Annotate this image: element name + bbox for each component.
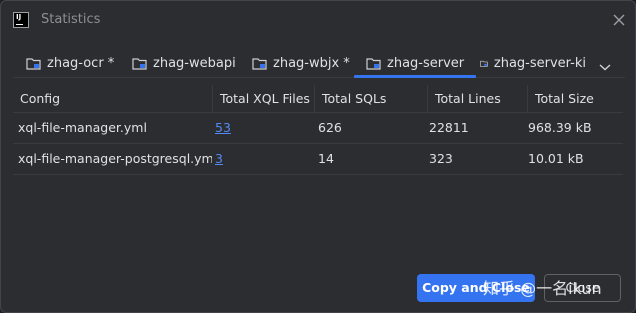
lines-cell: 323 xyxy=(429,151,453,166)
folder-module-icon xyxy=(26,57,41,70)
folder-module-icon xyxy=(132,57,147,70)
column-header-total-sqls[interactable]: Total SQLs xyxy=(314,85,427,112)
statistics-dialog: IJ Statistics zhag-ocr * zhag-webapi zha… xyxy=(0,0,636,313)
tab-label: zhag-webapi xyxy=(153,55,236,71)
xql-files-link[interactable]: 53 xyxy=(215,120,231,135)
column-header-total-xql-files[interactable]: Total XQL Files xyxy=(212,85,314,112)
tab-label: zhag-wbjx * xyxy=(273,55,350,71)
tab-zhag-server-ki[interactable]: zhag-server-ki xyxy=(480,49,586,77)
xql-files-cell: 3 xyxy=(212,144,314,174)
sqls-cell: 14 xyxy=(318,151,334,166)
title-bar: IJ Statistics xyxy=(1,1,635,39)
size-cell: 10.01 kB xyxy=(528,151,584,166)
table-row[interactable]: xql-file-manager.yml 53 626 22811 968.39… xyxy=(13,113,623,144)
tab-zhag-ocr[interactable]: zhag-ocr * xyxy=(26,49,114,77)
tab-label: zhag-server-ki xyxy=(493,55,586,71)
dialog-title: Statistics xyxy=(41,12,101,27)
size-cell: 968.39 kB xyxy=(528,120,592,135)
lines-cell: 22811 xyxy=(429,120,469,135)
sqls-cell: 626 xyxy=(318,120,342,135)
column-header-total-lines[interactable]: Total Lines xyxy=(427,85,527,112)
tab-zhag-server[interactable]: zhag-server xyxy=(354,49,477,78)
close-button[interactable]: Close xyxy=(544,274,621,302)
config-cell: xql-file-manager-postgresql.yml xyxy=(18,151,212,166)
xql-files-link[interactable]: 3 xyxy=(215,151,223,166)
table-row[interactable]: xql-file-manager-postgresql.yml 3 14 323… xyxy=(13,144,623,175)
copy-and-close-button[interactable]: Copy and Close xyxy=(417,274,535,302)
close-icon[interactable] xyxy=(609,10,629,30)
tab-label: zhag-server xyxy=(387,55,465,71)
folder-module-icon xyxy=(252,57,267,70)
tab-zhag-wbjx[interactable]: zhag-wbjx * xyxy=(252,49,350,77)
table-header: Config Total XQL Files Total SQLs Total … xyxy=(13,85,623,113)
config-cell: xql-file-manager.yml xyxy=(18,120,147,135)
folder-module-icon xyxy=(366,57,381,70)
column-header-total-size[interactable]: Total Size xyxy=(527,85,623,112)
chevron-down-icon[interactable] xyxy=(598,57,612,71)
xql-files-cell: 53 xyxy=(212,113,314,143)
intellij-app-icon: IJ xyxy=(13,12,29,28)
tab-zhag-webapi[interactable]: zhag-webapi xyxy=(132,49,236,77)
column-header-config[interactable]: Config xyxy=(13,85,212,112)
folder-module-icon xyxy=(480,60,488,67)
app-icon-text: IJ xyxy=(16,13,22,21)
module-tabs: zhag-ocr * zhag-webapi zhag-wbjx * zhag-… xyxy=(13,49,625,78)
tab-label: zhag-ocr * xyxy=(47,55,115,71)
